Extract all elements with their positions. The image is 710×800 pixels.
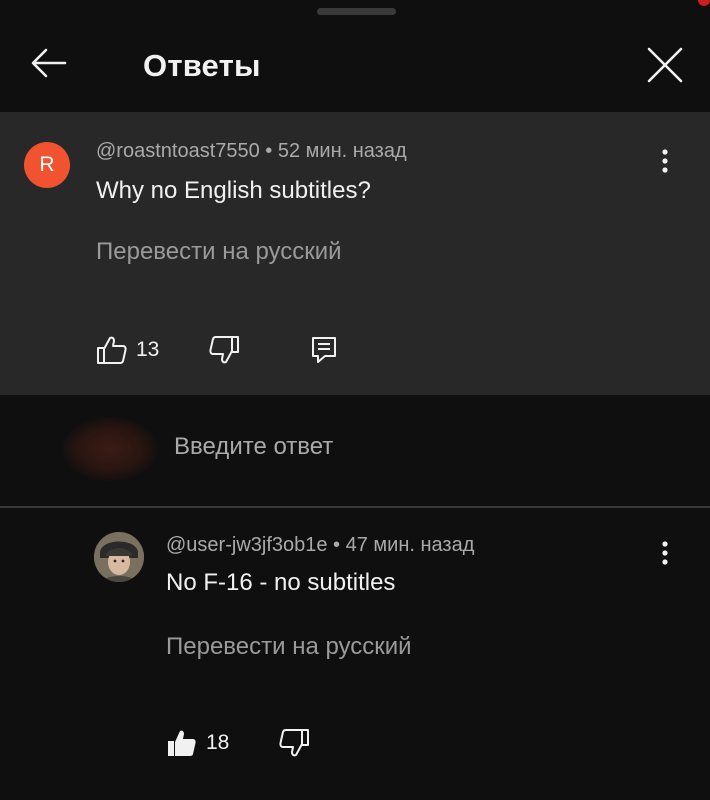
dislike-button[interactable] bbox=[208, 334, 240, 366]
like-button[interactable] bbox=[96, 334, 128, 366]
like-button[interactable] bbox=[166, 727, 198, 759]
comment-meta: @user-jw3jf3ob1e • 47 мин. назад bbox=[166, 534, 475, 556]
avatar[interactable]: R bbox=[24, 142, 70, 188]
thumb-down-icon bbox=[209, 336, 239, 364]
close-icon bbox=[647, 47, 683, 83]
reply-button[interactable] bbox=[308, 334, 340, 366]
translate-link[interactable]: Перевести на русский bbox=[96, 238, 342, 266]
avatar[interactable] bbox=[94, 532, 144, 582]
thumb-up-icon bbox=[97, 336, 127, 364]
reply-input[interactable]: Введите ответ bbox=[174, 433, 333, 461]
arrow-left-icon bbox=[31, 48, 67, 78]
back-button[interactable] bbox=[28, 42, 70, 84]
thumb-up-filled-icon bbox=[168, 730, 196, 756]
parent-comment: R @roastntoast7550 • 52 мин. назад Why n… bbox=[0, 112, 710, 395]
avatar bbox=[62, 417, 158, 481]
reply-composer: Введите ответ bbox=[0, 395, 710, 505]
comment-menu-button[interactable] bbox=[653, 536, 677, 576]
more-vert-icon bbox=[662, 541, 668, 565]
thumb-down-icon bbox=[279, 729, 309, 757]
dislike-button[interactable] bbox=[278, 727, 310, 759]
drag-handle[interactable] bbox=[317, 8, 396, 15]
comment-menu-button[interactable] bbox=[653, 144, 677, 184]
close-button[interactable] bbox=[644, 44, 686, 86]
more-vert-icon bbox=[662, 149, 668, 173]
translate-link[interactable]: Перевести на русский bbox=[166, 633, 412, 661]
like-count: 18 bbox=[206, 731, 230, 754]
comment-icon bbox=[312, 337, 336, 363]
page-title: Ответы bbox=[143, 48, 261, 83]
comment-meta: @roastntoast7550 • 52 мин. назад bbox=[96, 140, 407, 162]
replies-header: Ответы bbox=[0, 20, 710, 110]
notification-dot bbox=[698, 0, 710, 6]
comment-text: Why no English subtitles? bbox=[96, 177, 371, 204]
user-photo-icon bbox=[94, 532, 144, 582]
reply-comment: @user-jw3jf3ob1e • 47 мин. назад No F-16… bbox=[0, 508, 710, 800]
like-count: 13 bbox=[136, 338, 160, 361]
comment-text: No F-16 - no subtitles bbox=[166, 569, 396, 596]
